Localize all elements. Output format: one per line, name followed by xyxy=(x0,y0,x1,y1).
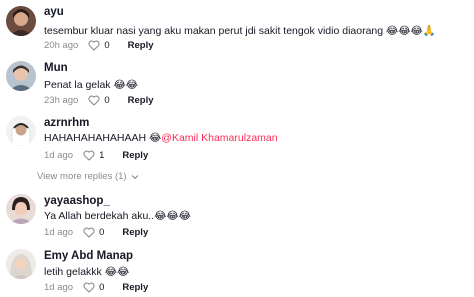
comment-timestamp: 1d ago xyxy=(44,150,74,161)
comment-username[interactable]: azrnrhm xyxy=(44,117,89,129)
comment-meta: 1d ago 0 Reply xyxy=(44,282,148,293)
comment-text: Penat la gelak 😂😂 xyxy=(44,79,139,91)
reply-button[interactable]: Reply xyxy=(128,40,154,51)
reply-button[interactable]: Reply xyxy=(128,95,154,106)
comment-username[interactable]: ayu xyxy=(44,6,64,18)
avatar[interactable] xyxy=(6,116,36,146)
comment-timestamp: 23h ago xyxy=(44,95,79,106)
comment-meta: 20h ago 0 Reply xyxy=(44,40,154,51)
like-count: 1 xyxy=(99,150,105,161)
comment-timestamp: 1d ago xyxy=(44,227,74,238)
comment-username[interactable]: Emy Abd Manap xyxy=(44,250,133,262)
comment-meta: 1d ago 1 Reply xyxy=(44,150,148,161)
like-count: 0 xyxy=(99,227,105,238)
like-count: 0 xyxy=(104,95,110,106)
view-more-replies-button[interactable]: View more replies (1) xyxy=(37,171,139,182)
comment-username[interactable]: yayaashop_ xyxy=(44,195,110,207)
comment-timestamp: 20h ago xyxy=(44,40,79,51)
comment-text-body: HAHAHAHAHAHAAH 😂 xyxy=(44,132,162,144)
heart-icon[interactable] xyxy=(83,227,95,238)
comment-text: Ya Allah berdekah aku..😂😂😂 xyxy=(44,210,191,222)
like-count: 0 xyxy=(99,282,105,293)
heart-icon[interactable] xyxy=(83,282,95,293)
comment-meta: 23h ago 0 Reply xyxy=(44,95,154,106)
reply-button[interactable]: Reply xyxy=(122,282,148,293)
avatar[interactable] xyxy=(6,249,36,279)
heart-icon[interactable] xyxy=(83,150,95,161)
comment-username[interactable]: Mun xyxy=(44,62,68,74)
comment-text: HAHAHAHAHAHAAH 😂@Kamil Khamarulzaman xyxy=(44,132,278,144)
avatar[interactable] xyxy=(6,6,36,36)
avatar[interactable] xyxy=(6,61,36,91)
mention-link[interactable]: @Kamil Khamarulzaman xyxy=(161,132,277,144)
comment-text: tesembur kluar nasi yang aku makan perut… xyxy=(44,25,436,37)
avatar[interactable] xyxy=(6,194,36,224)
reply-button[interactable]: Reply xyxy=(122,150,148,161)
comment-meta: 1d ago 0 Reply xyxy=(44,227,148,238)
heart-icon[interactable] xyxy=(88,40,100,51)
chevron-down-icon xyxy=(131,174,138,179)
reply-button[interactable]: Reply xyxy=(122,227,148,238)
comment-timestamp: 1d ago xyxy=(44,282,74,293)
comment-text: letih gelakkk 😂😂 xyxy=(44,266,130,278)
heart-icon[interactable] xyxy=(88,95,100,106)
like-count: 0 xyxy=(104,40,110,51)
view-more-label: View more replies (1) xyxy=(37,171,127,182)
